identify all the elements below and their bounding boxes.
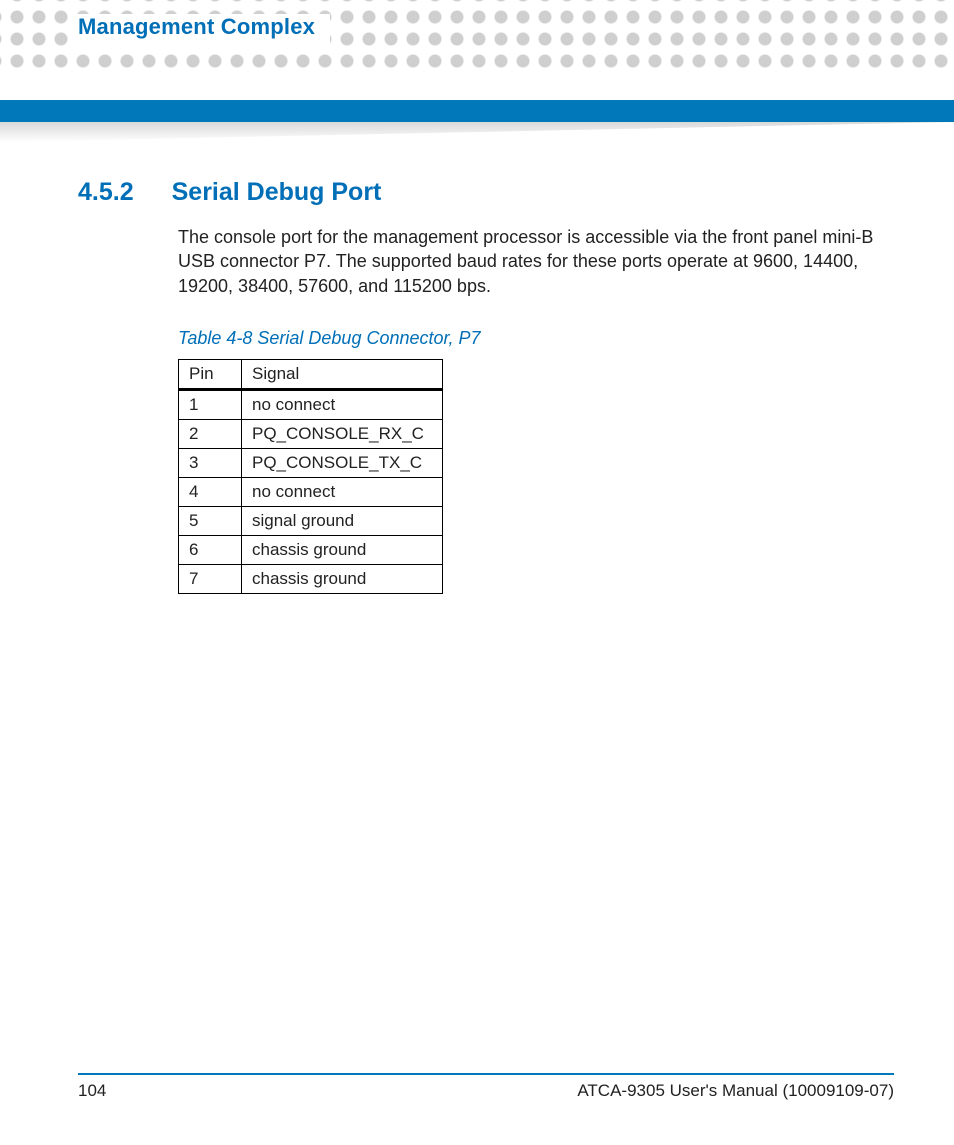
table-row: 7 chassis ground xyxy=(179,564,443,593)
table-cell-signal: chassis ground xyxy=(242,564,443,593)
page-footer: 104 ATCA-9305 User's Manual (10009109-07… xyxy=(78,1073,894,1101)
doc-title: ATCA-9305 User's Manual (10009109-07) xyxy=(577,1081,894,1101)
footer-rule xyxy=(78,1073,894,1075)
table-caption: Table 4-8 Serial Debug Connector, P7 xyxy=(178,328,894,349)
table-cell-pin: 1 xyxy=(179,389,242,419)
section-number: 4.5.2 xyxy=(78,178,134,207)
table-cell-pin: 3 xyxy=(179,448,242,477)
table-cell-signal: signal ground xyxy=(242,506,443,535)
chapter-title: Management Complex xyxy=(78,14,315,40)
page-number: 104 xyxy=(78,1081,106,1101)
table-cell-pin: 2 xyxy=(179,419,242,448)
table-cell-signal: no connect xyxy=(242,477,443,506)
table-header-row: Pin Signal xyxy=(179,359,443,389)
header-wedge xyxy=(0,122,954,142)
section-title: Serial Debug Port xyxy=(172,178,382,207)
table-cell-signal: PQ_CONSOLE_TX_C xyxy=(242,448,443,477)
table-row: 2 PQ_CONSOLE_RX_C xyxy=(179,419,443,448)
table-row: 1 no connect xyxy=(179,389,443,419)
table-cell-pin: 4 xyxy=(179,477,242,506)
table-cell-signal: PQ_CONSOLE_RX_C xyxy=(242,419,443,448)
serial-debug-table: Pin Signal 1 no connect 2 PQ_CONSOLE_RX_… xyxy=(178,359,443,594)
table-row: 4 no connect xyxy=(179,477,443,506)
section-heading: 4.5.2 Serial Debug Port xyxy=(78,178,894,207)
table-header-signal: Signal xyxy=(242,359,443,389)
table-row: 5 signal ground xyxy=(179,506,443,535)
table-row: 6 chassis ground xyxy=(179,535,443,564)
table-cell-signal: chassis ground xyxy=(242,535,443,564)
table-cell-signal: no connect xyxy=(242,389,443,419)
table-header-pin: Pin xyxy=(179,359,242,389)
section-body: The console port for the management proc… xyxy=(178,225,894,298)
table-cell-pin: 6 xyxy=(179,535,242,564)
table-cell-pin: 5 xyxy=(179,506,242,535)
page-content: 4.5.2 Serial Debug Port The console port… xyxy=(78,178,894,594)
table-row: 3 PQ_CONSOLE_TX_C xyxy=(179,448,443,477)
header-blue-bar xyxy=(0,100,954,122)
table-cell-pin: 7 xyxy=(179,564,242,593)
